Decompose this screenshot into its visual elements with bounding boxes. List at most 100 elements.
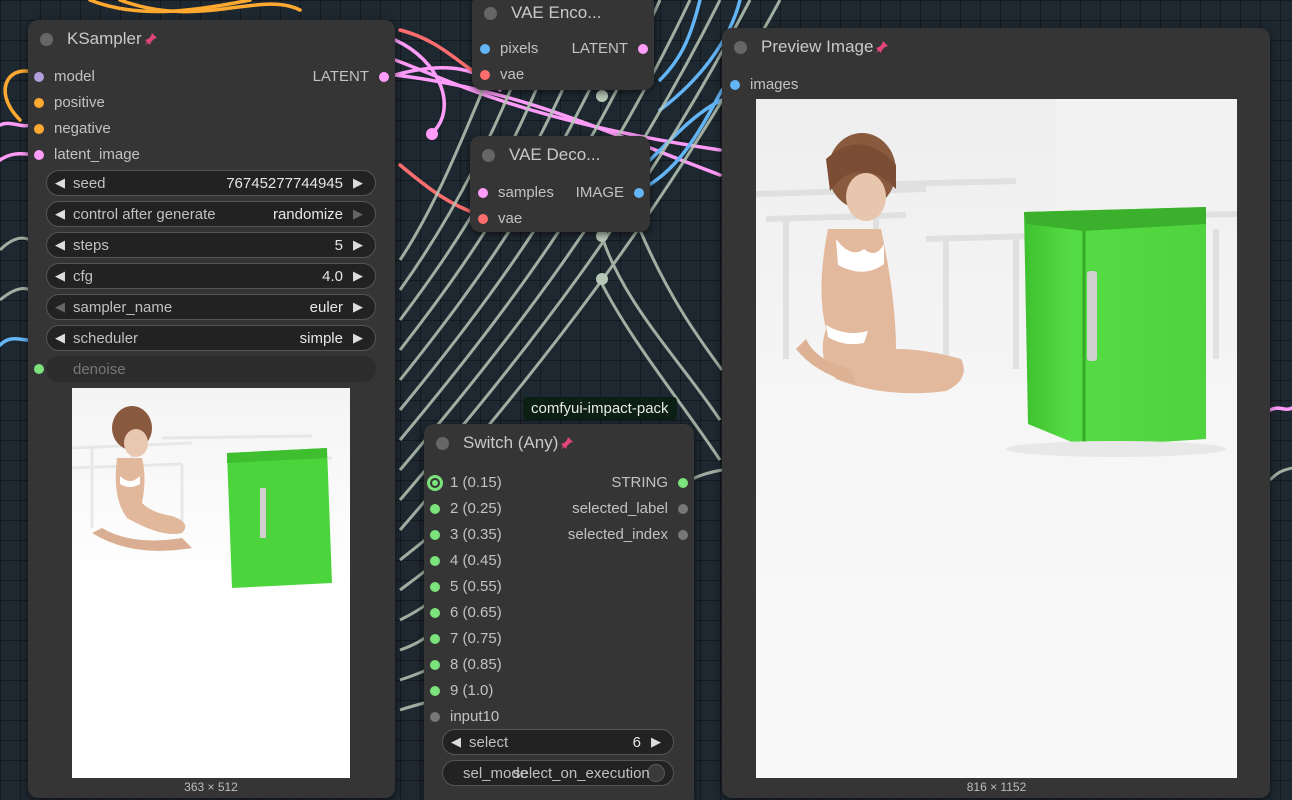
input-slot-10[interactable]: input10: [430, 708, 499, 725]
decrement-arrow-icon[interactable]: ◀: [55, 268, 69, 284]
preview-image-size: 816 × 1152: [966, 780, 1027, 794]
switch-title-bar[interactable]: Switch (Any): [424, 424, 694, 462]
slot-dot-icon: [430, 685, 440, 696]
ksampler-title-bar[interactable]: KSampler: [28, 20, 395, 58]
scheduler-widget[interactable]: ◀ scheduler simple ▶: [46, 325, 376, 351]
select-widget[interactable]: ◀ select 6 ▶: [442, 729, 674, 755]
pin-icon[interactable]: [875, 40, 889, 54]
output-slot-latent[interactable]: LATENT: [313, 68, 389, 85]
node-title: VAE Enco...: [511, 3, 602, 22]
input-slot-pixels[interactable]: pixels: [480, 40, 538, 57]
vae-encode-title-bar[interactable]: VAE Enco...: [472, 0, 654, 32]
vae-decode-node[interactable]: VAE Deco... samples vae IMAGE: [470, 136, 650, 232]
sampler-name-widget[interactable]: ◀ sampler_name euler ▶: [46, 294, 376, 320]
input-slot-5[interactable]: 5 (0.55): [430, 578, 502, 595]
ksampler-preview-image: [72, 388, 350, 778]
control-after-generate-widget[interactable]: ◀ control after generate randomize ▶: [46, 201, 376, 227]
slot-dot-icon: [430, 633, 440, 644]
slot-dot-icon: [430, 529, 440, 540]
decrement-arrow-icon[interactable]: ◀: [55, 330, 69, 346]
denoise-input-dot-icon[interactable]: [34, 364, 44, 374]
input-slot-9[interactable]: 9 (1.0): [430, 682, 493, 699]
input-slot-2[interactable]: 2 (0.25): [430, 500, 502, 517]
steps-widget[interactable]: ◀ steps 5 ▶: [46, 232, 376, 258]
slot-dot-icon: [430, 607, 440, 618]
slot-dot-icon: [634, 187, 644, 198]
input-slot-6[interactable]: 6 (0.65): [430, 604, 502, 621]
decrement-arrow-icon[interactable]: ◀: [451, 734, 465, 750]
input-slot-samples[interactable]: samples: [478, 184, 554, 201]
seed-widget[interactable]: ◀ seed 76745277744945 ▶: [46, 170, 376, 196]
input-slot-latent-image[interactable]: latent_image: [34, 146, 140, 163]
slot-dot-icon: [480, 69, 490, 80]
node-title: KSampler: [67, 29, 142, 48]
increment-arrow-icon[interactable]: ▶: [651, 734, 665, 750]
sel-mode-toggle[interactable]: sel_mode select_on_execution: [442, 760, 674, 786]
preview-scene-small: [72, 388, 350, 588]
input-slot-1[interactable]: 1 (0.15): [430, 474, 502, 491]
slot-dot-icon: [480, 43, 490, 54]
ksampler-node[interactable]: KSampler model positive negative latent_…: [28, 20, 395, 798]
vae-encode-node[interactable]: VAE Enco... pixels vae LATENT: [472, 0, 654, 90]
collapse-dot-icon[interactable]: [734, 40, 747, 54]
output-slot-selected-index[interactable]: selected_index: [568, 526, 688, 543]
switch-any-node[interactable]: Switch (Any) 1 (0.15) 2 (0.25) 3 (0.35) …: [424, 424, 694, 800]
slot-dot-icon: [430, 581, 440, 592]
slot-dot-icon: [430, 503, 440, 514]
input-slot-8[interactable]: 8 (0.85): [430, 656, 502, 673]
slot-dot-icon: [678, 477, 688, 488]
cfg-widget[interactable]: ◀ cfg 4.0 ▶: [46, 263, 376, 289]
increment-arrow-icon[interactable]: ▶: [353, 175, 367, 191]
input-slot-vae[interactable]: vae: [480, 66, 524, 83]
slot-dot-icon: [478, 213, 488, 224]
denoise-widget[interactable]: denoise: [46, 356, 376, 382]
slot-dot-icon: [638, 43, 648, 54]
collapse-dot-icon[interactable]: [436, 436, 449, 450]
pin-icon[interactable]: [144, 32, 158, 46]
collapse-dot-icon[interactable]: [40, 32, 53, 46]
increment-arrow-icon[interactable]: ▶: [353, 299, 367, 315]
input-slot-model[interactable]: model: [34, 68, 95, 85]
input-slot-4[interactable]: 4 (0.45): [430, 552, 502, 569]
decrement-arrow-icon[interactable]: ◀: [55, 206, 69, 222]
ksampler-image-size: 363 × 512: [184, 780, 238, 794]
decrement-arrow-icon[interactable]: ◀: [55, 299, 69, 315]
output-slot-string[interactable]: STRING: [611, 474, 688, 491]
collapse-dot-icon[interactable]: [482, 148, 495, 162]
vae-decode-title-bar[interactable]: VAE Deco...: [470, 136, 650, 174]
collapse-dot-icon[interactable]: [484, 6, 497, 20]
sel-mode-label: sel_mode select_on_execution: [463, 764, 650, 782]
slot-dot-icon: [430, 659, 440, 670]
increment-arrow-icon[interactable]: ▶: [353, 330, 367, 346]
increment-arrow-icon[interactable]: ▶: [353, 268, 367, 284]
input-slot-positive[interactable]: positive: [34, 94, 105, 111]
slot-dot-icon: [430, 555, 440, 566]
slot-dot-icon: [34, 71, 44, 82]
decrement-arrow-icon[interactable]: ◀: [55, 237, 69, 253]
output-slot-selected-label[interactable]: selected_label: [572, 500, 688, 517]
slot-dot-icon: [478, 187, 488, 198]
increment-arrow-icon[interactable]: ▶: [353, 237, 367, 253]
input-slot-images[interactable]: images: [730, 76, 798, 93]
slot-dot-icon: [430, 711, 440, 722]
slot-dot-icon: [34, 149, 44, 160]
preview-image-node[interactable]: Preview Image images 816 × 1152: [722, 28, 1270, 798]
output-slot-image[interactable]: IMAGE: [576, 184, 644, 201]
slot-dot-icon: [430, 477, 440, 488]
pin-icon[interactable]: [560, 436, 574, 450]
preview-output-image: [756, 99, 1237, 778]
node-pack-badge: comfyui-impact-pack: [523, 397, 677, 420]
node-title: VAE Deco...: [509, 145, 601, 164]
input-slot-3[interactable]: 3 (0.35): [430, 526, 502, 543]
slot-dot-icon: [678, 529, 688, 540]
input-slot-7[interactable]: 7 (0.75): [430, 630, 502, 647]
preview-scene-large: [756, 99, 1237, 778]
increment-arrow-icon[interactable]: ▶: [353, 206, 367, 222]
input-slot-negative[interactable]: negative: [34, 120, 111, 137]
node-title: Preview Image: [761, 37, 874, 56]
decrement-arrow-icon[interactable]: ◀: [55, 175, 69, 191]
output-slot-latent[interactable]: LATENT: [572, 40, 648, 57]
slot-dot-icon: [34, 123, 44, 134]
preview-title-bar[interactable]: Preview Image: [722, 28, 1270, 66]
input-slot-vae[interactable]: vae: [478, 210, 522, 227]
